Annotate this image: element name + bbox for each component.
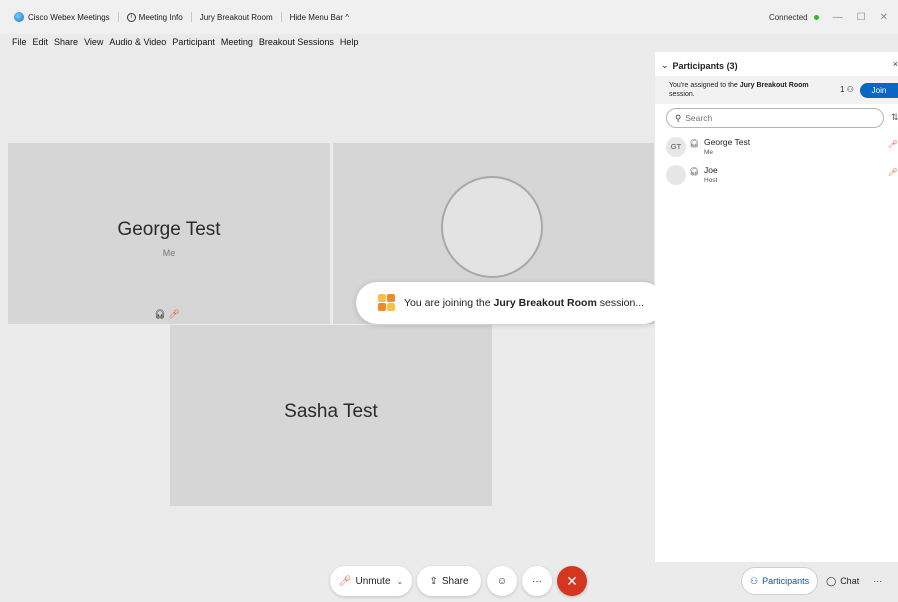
chat-bubble-icon: ◯ <box>826 575 837 586</box>
assign-suffix: session. <box>669 91 695 98</box>
headset-icon: 🎧︎ <box>154 309 166 319</box>
avatar: GT <box>666 137 686 157</box>
participant-name: George Test <box>704 137 751 147</box>
participant-label: Me <box>162 248 176 258</box>
muted-mic-icon: 🎤︎ <box>887 168 898 177</box>
menu-edit[interactable]: Edit <box>33 37 49 47</box>
close-panel-button[interactable]: × <box>893 59 898 69</box>
search-field[interactable]: ⚲ <box>666 108 884 128</box>
toast-message: You are joining the Jury Breakout Room s… <box>404 297 644 309</box>
menu-help[interactable]: Help <box>340 37 359 47</box>
avatar <box>666 165 686 185</box>
reactions-button[interactable]: ☺ <box>487 566 517 596</box>
tab-chat-label: Chat <box>840 576 860 586</box>
menu-meeting[interactable]: Meeting <box>221 37 253 47</box>
chevron-down-icon[interactable]: ⌄ <box>661 60 669 71</box>
search-icon: ⚲ <box>675 112 682 123</box>
tab-chat[interactable]: ◯ Chat <box>818 567 867 595</box>
breakout-assignment-banner: You're assigned to the Jury Breakout Roo… <box>655 76 898 104</box>
share-button[interactable]: ⇪ Share <box>417 566 481 596</box>
unmute-button[interactable]: 🎤︎ Unmute ⌄ <box>330 566 412 596</box>
close-window-button[interactable]: ✕ <box>880 12 888 23</box>
participants-panel: ⌄ Participants (3) × You're assigned to … <box>655 52 898 562</box>
sort-icon[interactable]: ⇅ <box>891 112 898 123</box>
connection-status: Connected <box>768 12 808 22</box>
maximize-button[interactable]: ☐ <box>857 12 866 23</box>
window-status: Connected — ☐ ✕ <box>769 12 888 23</box>
video-tile-sasha[interactable]: Sasha Test <box>170 325 492 506</box>
unmute-label: Unmute <box>355 575 391 587</box>
menu-share[interactable]: Share <box>54 37 78 47</box>
info-icon: i <box>126 12 136 22</box>
assign-room: Jury Breakout Room <box>739 82 809 89</box>
participant-row-george[interactable]: GT 🎧︎ George Test Me 🎤︎ <box>666 136 898 160</box>
menu-audio-video[interactable]: Audio & Video <box>109 37 166 47</box>
toast-prefix: You are joining the <box>404 297 494 309</box>
video-tile-george[interactable]: George Test Me 🎧︎ 🎤︎ <box>8 143 330 324</box>
divider <box>117 12 119 22</box>
divider <box>190 12 192 22</box>
share-label: Share <box>441 575 469 587</box>
menu-bar: File Edit Share View Audio & Video Parti… <box>0 34 364 50</box>
menu-participant[interactable]: Participant <box>172 37 215 47</box>
connected-dot-icon <box>813 14 819 20</box>
joining-toast: You are joining the Jury Breakout Room s… <box>356 282 664 324</box>
panel-title: Participants (3) <box>672 60 738 71</box>
hide-menu-bar-button[interactable]: Hide Menu Bar ^ <box>290 13 349 22</box>
tile-status-icons: 🎧︎ 🎤︎ <box>8 309 330 320</box>
assign-prefix: You're assigned to the <box>669 82 740 89</box>
webex-logo-icon <box>14 12 24 22</box>
meeting-info-button[interactable]: i Meeting Info <box>126 12 183 22</box>
more-icon: ··· <box>532 575 542 587</box>
share-icon: ⇪ <box>429 575 438 587</box>
menu-view[interactable]: View <box>84 37 103 47</box>
tab-participants-label: Participants <box>762 576 810 586</box>
person-icon: ⚇ <box>846 85 854 94</box>
app-name: Cisco Webex Meetings <box>28 12 110 22</box>
leave-meeting-button[interactable]: ✕ <box>557 566 587 596</box>
join-button[interactable]: Join <box>860 83 898 98</box>
person-icon: ⚇ <box>750 575 759 586</box>
search-input[interactable] <box>685 113 866 123</box>
breakout-icon <box>378 294 396 312</box>
participant-row-joe[interactable]: 🎧︎ Joe Host 🎤︎ <box>666 164 898 188</box>
divider <box>280 12 282 22</box>
muted-mic-icon: 🎤︎ <box>168 309 180 319</box>
participant-name: Sasha Test <box>284 401 378 422</box>
meeting-info-label: Meeting Info <box>138 12 183 22</box>
toast-suffix: session... <box>596 297 645 309</box>
headset-icon: 🎧︎ <box>689 167 700 176</box>
headset-icon: 🎧︎ <box>689 139 700 148</box>
muted-mic-icon: 🎤︎ <box>338 575 352 587</box>
toast-room: Jury Breakout Room <box>493 297 597 309</box>
smiley-icon: ☺ <box>496 575 508 587</box>
minimize-button[interactable]: — <box>833 12 843 23</box>
app-title: Cisco Webex Meetings <box>14 12 110 22</box>
participant-role: Host <box>704 177 718 184</box>
menu-file[interactable]: File <box>12 37 27 47</box>
more-options-button[interactable]: ··· <box>522 566 552 596</box>
avatar <box>441 176 543 278</box>
participant-name: Joe <box>704 165 718 175</box>
tab-participants[interactable]: ⚇ Participants <box>741 567 819 595</box>
tab-more[interactable]: ··· <box>867 567 888 595</box>
panel-header[interactable]: ⌄ Participants (3) <box>661 60 738 71</box>
close-icon: ✕ <box>566 572 578 589</box>
assigned-count-value: 1 <box>840 85 845 94</box>
assigned-count: 1 ⚇ <box>840 85 854 94</box>
participant-name: George Test <box>117 219 221 240</box>
room-name: Jury Breakout Room <box>199 12 273 22</box>
chevron-down-icon[interactable]: ⌄ <box>397 577 404 586</box>
muted-mic-icon: 🎤︎ <box>887 140 898 149</box>
panel-tabs: ⚇ Participants ◯ Chat ··· <box>741 567 888 595</box>
title-bar: Cisco Webex Meetings i Meeting Info Jury… <box>0 0 898 34</box>
participant-role: Me <box>704 149 714 156</box>
menu-breakout-sessions[interactable]: Breakout Sessions <box>259 37 334 47</box>
